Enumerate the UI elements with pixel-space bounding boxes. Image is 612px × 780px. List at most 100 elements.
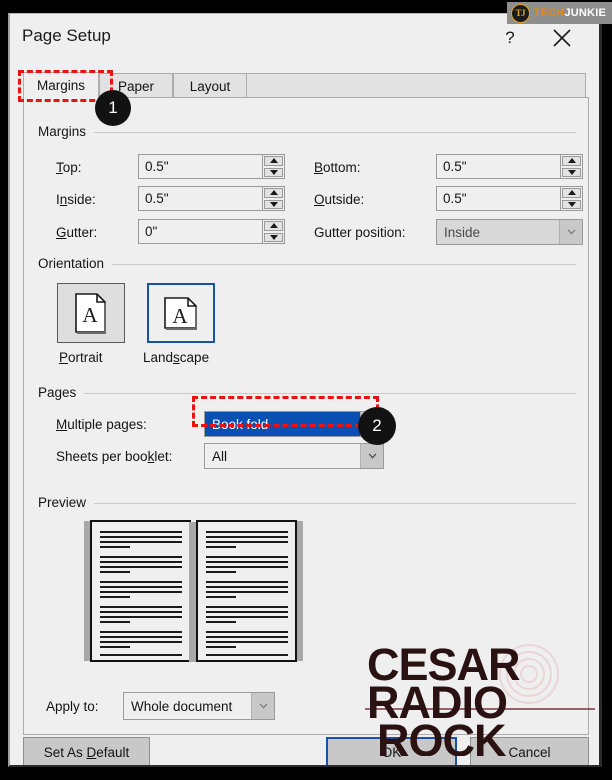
orientation-group-title: Orientation [38,256,105,271]
outside-margin-stepper[interactable]: 0.5" [436,186,583,211]
margins-panel: Margins Top: 0.5" Bottom: 0.5" Inside: 0… [23,97,589,735]
techjunkie-logo: TJ TECHJUNKIE [506,2,612,24]
chevron-down-icon [567,229,575,235]
bottom-margin-stepper[interactable]: 0.5" [436,154,583,179]
apply-to-value: Whole document [131,698,233,714]
bottom-margin-label: Bottom: [314,160,361,175]
landscape-page-icon: A [164,297,197,330]
annotation-badge-2: 2 [358,407,396,445]
tab-strip-filler [247,73,586,98]
tab-margins[interactable]: Margins [23,72,100,98]
outside-margin-increase-button[interactable] [562,188,581,198]
arrow-down-icon [567,169,576,175]
close-button[interactable] [547,24,577,52]
screen-root: TJ TECHJUNKIE Page Setup ? Margins Paper… [0,0,612,780]
arrow-up-icon [269,223,278,229]
inside-margin-decrease-button[interactable] [264,199,283,209]
outside-margin-arrows [560,187,582,210]
top-margin-stepper[interactable]: 0.5" [138,154,285,179]
inside-margin-label: Inside: [56,192,96,207]
cancel-label: Cancel [508,744,551,760]
orientation-group-header: Orientation [38,256,576,271]
sheets-per-booklet-dropdown[interactable]: All [204,443,384,469]
gutter-stepper[interactable]: 0" [138,219,285,244]
page-setup-dialog: Page Setup ? Margins Paper Layout Margin… [8,13,602,767]
outside-margin-value[interactable]: 0.5" [437,187,560,210]
top-margin-value[interactable]: 0.5" [139,155,262,178]
svg-text:A: A [82,303,98,327]
preview-group-header: Preview [38,495,576,510]
margins-group-header: Margins [38,124,576,139]
apply-to-dropdown-button[interactable] [251,693,274,719]
bottom-margin-arrows [560,155,582,178]
chevron-down-icon [259,703,267,709]
arrow-up-icon [567,158,576,164]
book-fold-preview [84,520,303,662]
arrow-down-icon [269,169,278,175]
inside-margin-stepper[interactable]: 0.5" [138,186,285,211]
techjunkie-wordmark: TECHJUNKIE [534,7,606,19]
gutter-increase-button[interactable] [264,221,283,231]
apply-to-label: Apply to: [46,699,99,714]
gutter-position-dropdown[interactable]: Inside [436,219,583,245]
inside-margin-value[interactable]: 0.5" [139,187,262,210]
top-margin-arrows [262,155,284,178]
ok-button[interactable]: OK [326,737,457,765]
arrow-up-icon [269,158,278,164]
gutter-label: Gutter: [56,225,98,240]
orientation-landscape-label: Landscape [143,350,210,365]
sheets-per-booklet-value: All [212,448,228,464]
logo-junkie-text: JUNKIE [564,7,606,19]
margins-group-title: Margins [38,124,87,139]
help-button[interactable]: ? [498,26,522,50]
orientation-portrait-button[interactable]: A [57,283,125,343]
preview-right-shadow [296,521,303,661]
orientation-portrait-label: Portrait [59,350,103,365]
pages-group-title: Pages [38,385,77,400]
set-as-default-label: Set As Default [43,744,130,760]
set-as-default-button[interactable]: Set As Default [23,737,150,765]
group-divider-line [84,393,576,394]
bottom-margin-decrease-button[interactable] [562,167,581,177]
dialog-title: Page Setup [22,26,111,45]
arrow-down-icon [269,234,278,240]
portrait-page-icon: A [75,293,106,334]
gutter-arrows [262,220,284,243]
group-divider-line [94,503,576,504]
chevron-down-icon [368,453,376,459]
svg-text:A: A [172,304,188,328]
arrow-up-icon [269,190,278,196]
gutter-decrease-button[interactable] [264,232,283,242]
multiple-pages-value: Book fold [205,412,360,436]
arrow-down-icon [567,201,576,207]
multiple-pages-label: Multiple pages: [56,417,147,432]
orientation-landscape-button[interactable]: A [147,283,215,343]
preview-page-left [90,520,191,662]
bottom-margin-value[interactable]: 0.5" [437,155,560,178]
tab-layout[interactable]: Layout [173,73,248,98]
preview-page-right [196,520,297,662]
gutter-position-dropdown-button[interactable] [559,220,582,244]
cancel-button[interactable]: Cancel [470,737,589,765]
gutter-value[interactable]: 0" [139,220,262,243]
top-margin-decrease-button[interactable] [264,167,283,177]
bottom-margin-increase-button[interactable] [562,156,581,166]
outside-margin-decrease-button[interactable] [562,199,581,209]
arrow-up-icon [567,190,576,196]
sheets-per-booklet-dropdown-button[interactable] [360,444,383,468]
close-icon [553,29,571,47]
arrow-down-icon [269,201,278,207]
pages-group-header: Pages [38,385,576,400]
multiple-pages-dropdown[interactable]: Book fold [204,411,384,437]
techjunkie-mark-icon: TJ [510,3,530,23]
top-margin-increase-button[interactable] [264,156,283,166]
ok-label: OK [381,744,402,760]
top-margin-label: Top: [56,160,82,175]
inside-margin-increase-button[interactable] [264,188,283,198]
preview-group-title: Preview [38,495,87,510]
sheets-per-booklet-label: Sheets per booklet: [56,449,173,464]
group-divider-line [112,264,576,265]
apply-to-dropdown[interactable]: Whole document [123,692,275,720]
annotation-badge-1: 1 [95,90,131,126]
gutter-position-value: Inside [437,220,559,244]
